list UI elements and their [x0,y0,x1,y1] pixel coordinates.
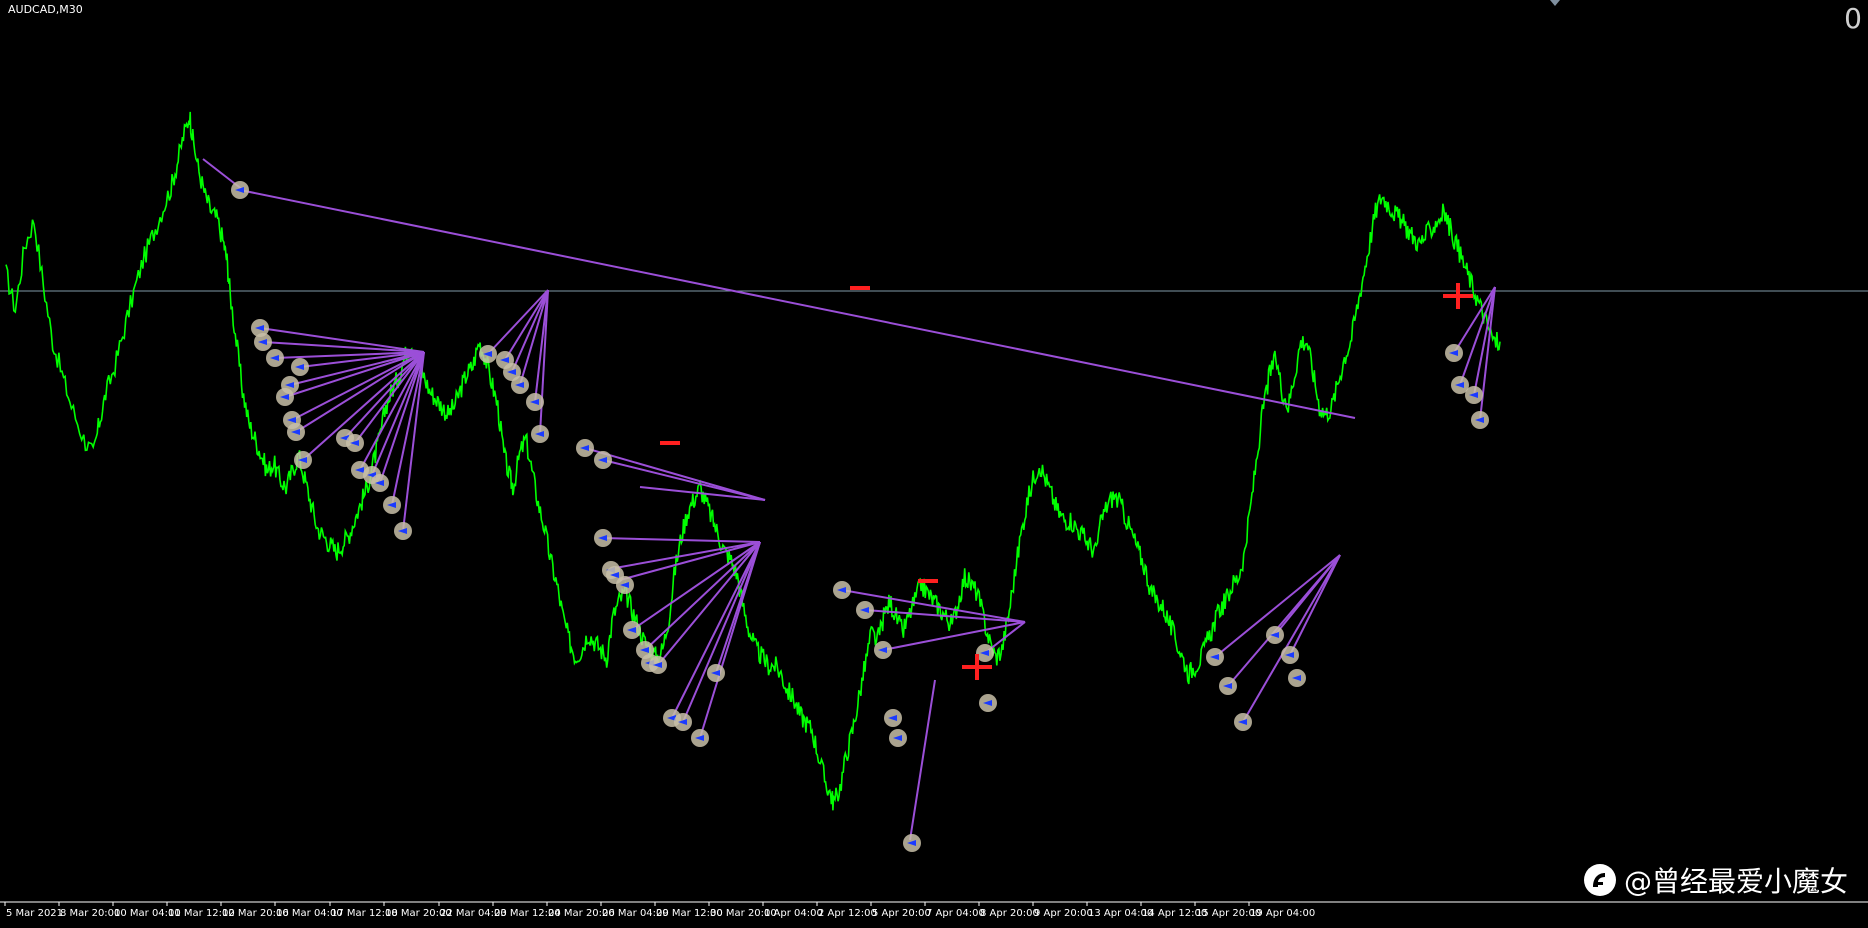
x-tick-label: 2 Apr 12:00 [818,908,877,919]
trend-line[interactable] [602,459,766,501]
x-tick-label: 9 Apr 20:00 [1034,908,1093,919]
counter-label: 0 [1844,2,1862,35]
trend-line[interactable] [1242,554,1341,723]
plus-sign-icon [1443,283,1473,309]
minus-sign-icon [850,286,870,290]
watermark-logo-icon [1583,864,1616,896]
trend-line[interactable] [584,447,766,501]
trend-line[interactable] [614,541,761,569]
trend-line[interactable] [259,327,425,353]
x-tick-label: 8 Apr 20:00 [980,908,1039,919]
price-series [5,111,1501,811]
x-tick-label: 1 Apr 04:00 [764,908,823,919]
symbol-label: AUDCAD,M30 [8,3,83,16]
trend-line[interactable] [295,351,425,433]
watermark-text: @曾经最爱小魔女 [1623,865,1848,898]
price-chart[interactable]: 5 Mar 20218 Mar 20:0010 Mar 04:0011 Mar … [0,0,1868,928]
trend-line[interactable] [1274,554,1341,636]
x-tick-label: 5 Apr 20:00 [872,908,931,919]
trend-line[interactable] [262,341,425,353]
time-axis: 5 Mar 20218 Mar 20:0010 Mar 04:0011 Mar … [4,902,1315,919]
chart-root: 5 Mar 2021 8 Mar 20:00 10 Mar 04:00 11 Mar … [0,0,1868,928]
x-tick-label: 5 Mar 2021 [6,908,63,919]
price-line[interactable] [5,111,1501,811]
chart-shift-icon[interactable] [1550,0,1560,6]
watermark: @曾经最爱小魔女 [1583,860,1848,900]
trend-line[interactable] [657,541,761,666]
minus-sign-icon [918,579,938,583]
trend-line[interactable] [671,541,761,719]
trend-line[interactable] [909,679,936,841]
x-tick-label: 19 Apr 04:00 [1250,908,1315,919]
x-tick-label: 7 Apr 04:00 [926,908,985,919]
x-tick-label: 8 Mar 20:00 [60,908,120,919]
minus-sign-icon [660,441,680,445]
